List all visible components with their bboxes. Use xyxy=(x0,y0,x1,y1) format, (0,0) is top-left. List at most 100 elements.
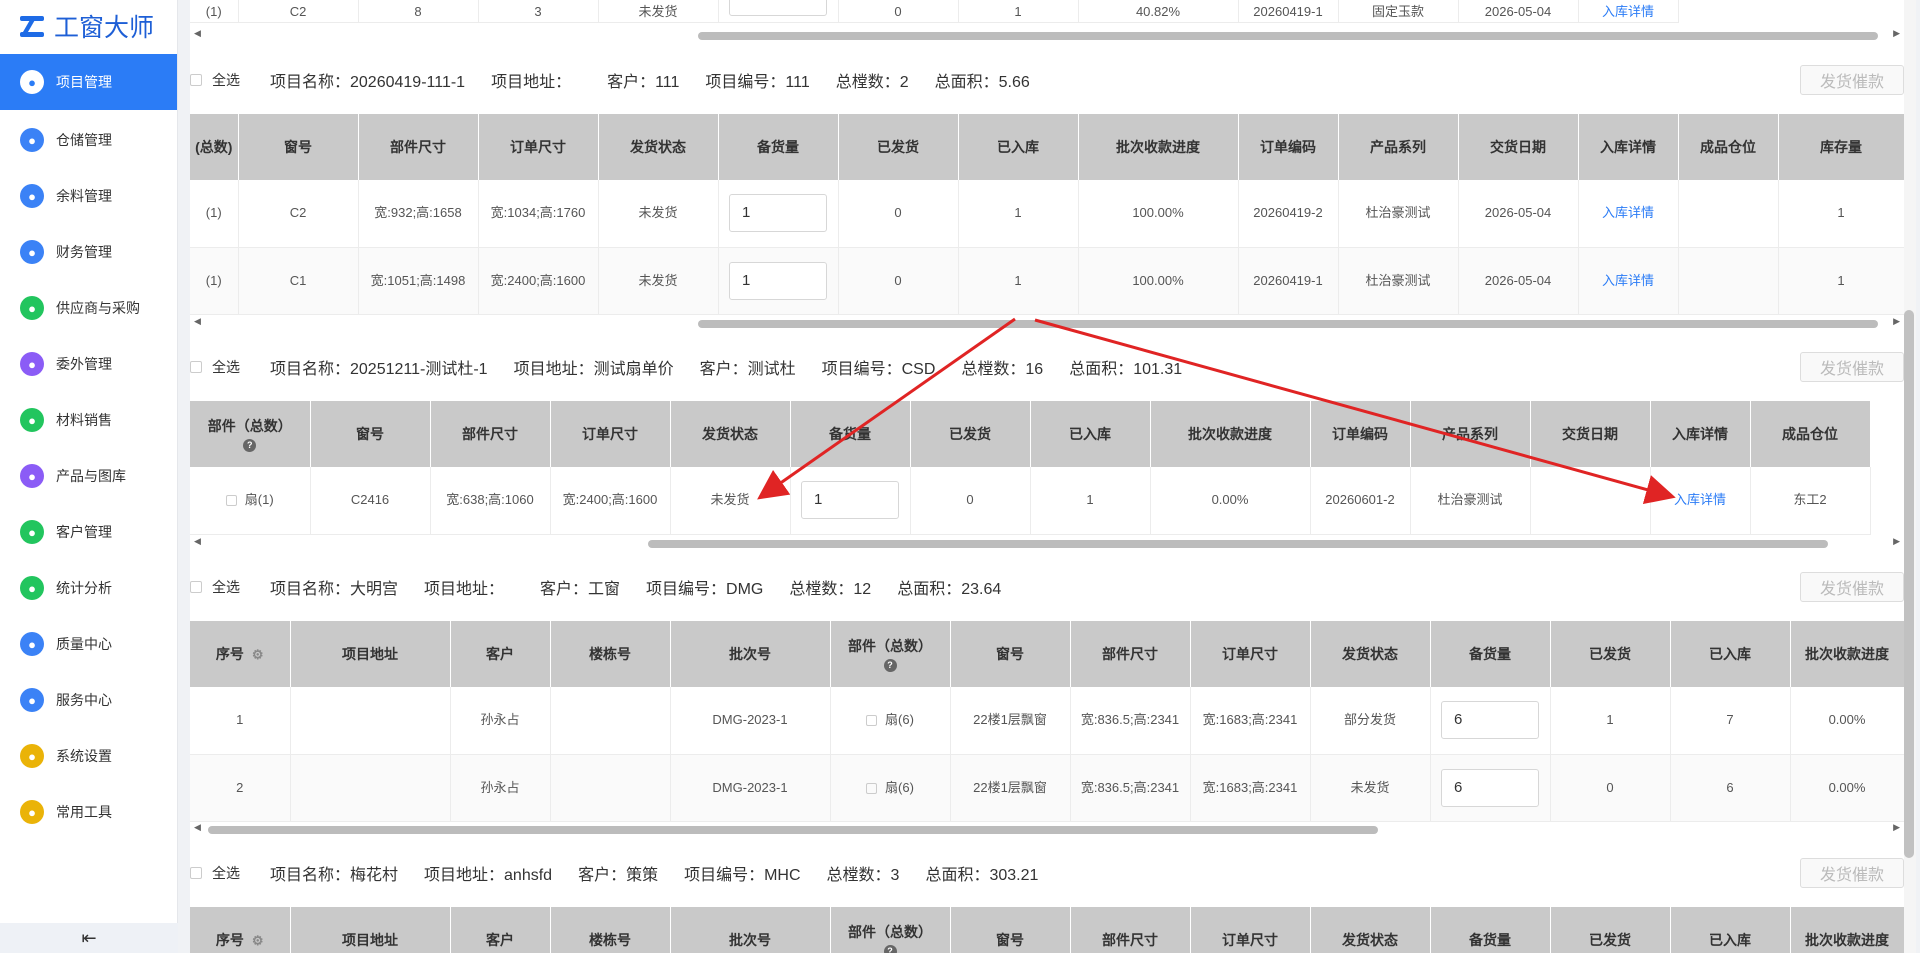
stock-qty-input[interactable]: 6 xyxy=(1441,768,1539,807)
column-header[interactable]: 成品仓位 xyxy=(1678,114,1779,180)
column-header[interactable]: 订单编码 xyxy=(1310,401,1411,467)
column-header[interactable]: 成品仓位 xyxy=(1750,401,1871,467)
collapse-menu-icon[interactable]: ⇤ xyxy=(0,923,178,953)
column-header[interactable]: 部件尺寸 xyxy=(358,114,479,180)
column-header[interactable]: 订单编码 xyxy=(1238,114,1339,180)
row-checkbox[interactable] xyxy=(225,495,237,507)
column-header[interactable]: 部件（总数）? xyxy=(830,907,951,953)
column-header[interactable]: 订单尺寸 xyxy=(1190,907,1311,953)
column-header[interactable]: 产品系列 xyxy=(1338,114,1459,180)
stock-qty-input[interactable] xyxy=(729,0,827,16)
table-row[interactable]: (1) C2 宽:932;高:1658 宽:1034;高:1760 未发货 1 0 1 100.… xyxy=(190,180,1904,248)
select-all-checkbox[interactable] xyxy=(190,581,202,593)
select-all-checkbox[interactable] xyxy=(190,867,202,879)
column-header[interactable]: 已发货 xyxy=(1550,907,1671,953)
table-row[interactable]: (1) C1 宽:1051;高:1498 宽:2400;高:1600 未发货 1 0 1 100… xyxy=(190,247,1904,315)
column-header[interactable]: 交货日期 xyxy=(1530,401,1651,467)
row-checkbox[interactable] xyxy=(866,782,878,794)
column-header[interactable]: 已入库 xyxy=(1670,621,1791,687)
gear-icon[interactable]: ⚙ xyxy=(252,647,264,663)
ship-collect-button[interactable]: 发货催款 xyxy=(1800,572,1904,602)
column-header[interactable]: 已入库 xyxy=(1030,401,1151,467)
column-header[interactable]: 发货状态 xyxy=(598,114,719,180)
stock-qty-input[interactable]: 1 xyxy=(729,261,827,300)
column-header[interactable]: 部件（总数）? xyxy=(830,621,951,687)
column-header[interactable]: 项目地址 xyxy=(290,907,451,953)
column-header[interactable]: 批次号 xyxy=(670,907,831,953)
column-header[interactable]: 备货量 xyxy=(1430,621,1551,687)
column-header[interactable]: 发货状态 xyxy=(670,401,791,467)
column-header[interactable]: 序号 ⚙ xyxy=(190,907,291,953)
column-header[interactable]: 已发货 xyxy=(838,114,959,180)
sidebar-item-7[interactable]: ● 产品与图库 xyxy=(0,448,177,504)
stock-detail-link[interactable]: 入库详情 xyxy=(1674,492,1726,507)
sidebar-item-6[interactable]: ● 材料销售 xyxy=(0,392,177,448)
column-header[interactable]: 交货日期 xyxy=(1458,114,1579,180)
stock-qty-input[interactable]: 6 xyxy=(1441,701,1539,740)
ship-collect-button[interactable]: 发货催款 xyxy=(1800,858,1904,888)
column-header[interactable]: 发货状态 xyxy=(1310,621,1431,687)
vertical-scrollbar[interactable] xyxy=(1904,310,1914,858)
sidebar-item-2[interactable]: ● 余料管理 xyxy=(0,168,177,224)
sidebar-item-13[interactable]: ● 常用工具 xyxy=(0,784,177,840)
app-logo[interactable]: 工窗大师 xyxy=(0,0,177,52)
cell-value[interactable]: 入库详情 xyxy=(1602,4,1654,19)
column-header[interactable]: 项目地址 xyxy=(290,621,451,687)
sidebar-item-5[interactable]: ● 委外管理 xyxy=(0,336,177,392)
select-all-checkbox[interactable] xyxy=(190,74,202,86)
sidebar-item-10[interactable]: ● 质量中心 xyxy=(0,616,177,672)
stock-detail-link[interactable]: 入库详情 xyxy=(1602,273,1654,288)
column-header[interactable]: 已发货 xyxy=(1550,621,1671,687)
column-header[interactable]: 客户 xyxy=(450,907,551,953)
gear-icon[interactable]: ⚙ xyxy=(252,933,264,949)
column-header[interactable]: 批次收款进度 xyxy=(1790,621,1904,687)
column-header[interactable]: 已发货 xyxy=(910,401,1031,467)
hscroll-project-1[interactable]: ◀ ▶ xyxy=(190,316,1904,330)
column-header[interactable]: 窗号 xyxy=(238,114,359,180)
column-header[interactable]: 窗号 xyxy=(310,401,431,467)
column-header[interactable]: 窗号 xyxy=(950,907,1071,953)
column-header[interactable]: 批次收款进度 xyxy=(1790,907,1904,953)
stock-qty-input[interactable]: 1 xyxy=(801,481,899,520)
column-header[interactable]: 备货量 xyxy=(1430,907,1551,953)
sidebar-item-9[interactable]: ● 统计分析 xyxy=(0,560,177,616)
column-header[interactable]: 已入库 xyxy=(958,114,1079,180)
sidebar-item-11[interactable]: ● 服务中心 xyxy=(0,672,177,728)
sidebar-item-3[interactable]: ● 财务管理 xyxy=(0,224,177,280)
column-header[interactable]: 产品系列 xyxy=(1410,401,1531,467)
sidebar-item-8[interactable]: ● 客户管理 xyxy=(0,504,177,560)
sidebar-item-12[interactable]: ● 系统设置 xyxy=(0,728,177,784)
column-header[interactable]: 订单尺寸 xyxy=(1190,621,1311,687)
column-header[interactable]: 批次收款进度 xyxy=(1078,114,1239,180)
sidebar-item-4[interactable]: ● 供应商与采购 xyxy=(0,280,177,336)
column-header[interactable]: 订单尺寸 xyxy=(550,401,671,467)
table-row[interactable]: 1 孙永占 DMG-2023-1 扇(6) 22楼1层飘窗 宽:836.5;高:2341 宽… xyxy=(190,687,1904,755)
ship-collect-button[interactable]: 发货催款 xyxy=(1800,65,1904,95)
stock-qty-input[interactable]: 1 xyxy=(729,194,827,233)
column-header[interactable]: 部件（总数）? xyxy=(190,401,311,467)
column-header[interactable]: (总数) xyxy=(190,114,239,180)
column-header[interactable]: 部件尺寸 xyxy=(1070,907,1191,953)
column-header[interactable]: 窗号 xyxy=(950,621,1071,687)
column-header[interactable]: 批次收款进度 xyxy=(1150,401,1311,467)
hscroll-project-3[interactable]: ◀ ▶ xyxy=(190,822,1904,836)
column-header[interactable]: 备货量 xyxy=(718,114,839,180)
sidebar-item-1[interactable]: ● 仓储管理 xyxy=(0,112,177,168)
column-header[interactable]: 批次号 xyxy=(670,621,831,687)
column-header[interactable]: 订单尺寸 xyxy=(478,114,599,180)
hscroll-project-2[interactable]: ◀ ▶ xyxy=(190,536,1904,550)
table-row[interactable]: 扇(1) C2416 宽:638;高:1060 宽:2400;高:1600 未发货 1 0 1… xyxy=(190,467,1904,535)
column-header[interactable]: 序号 ⚙ xyxy=(190,621,291,687)
column-header[interactable]: 发货状态 xyxy=(1310,907,1431,953)
column-header[interactable]: 入库详情 xyxy=(1650,401,1751,467)
column-header[interactable]: 楼栋号 xyxy=(550,907,671,953)
column-header[interactable]: 已入库 xyxy=(1670,907,1791,953)
table-row[interactable]: 2 孙永占 DMG-2023-1 扇(6) 22楼1层飘窗 宽:836.5;高:2341 宽… xyxy=(190,754,1904,822)
column-header[interactable]: 部件尺寸 xyxy=(430,401,551,467)
column-header[interactable]: 库存量 xyxy=(1778,114,1904,180)
stock-detail-link[interactable]: 入库详情 xyxy=(1602,205,1654,220)
hscroll-top[interactable]: ◀ ▶ xyxy=(190,28,1904,42)
sidebar-item-0[interactable]: ● 项目管理 xyxy=(0,54,177,110)
help-icon[interactable]: ? xyxy=(883,944,897,953)
row-checkbox[interactable] xyxy=(866,715,878,727)
